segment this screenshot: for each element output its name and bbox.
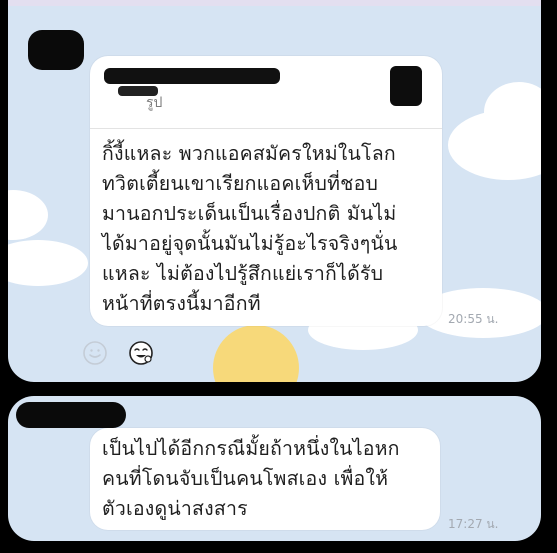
message-bubble[interactable]: เป็นไปได้อีกกรณีมั้ยถ้าหนึ่งในไอหก คนที่… — [90, 428, 440, 530]
message-timestamp: 20:55 น. — [448, 312, 499, 326]
reply-thumbnail-redacted — [390, 66, 422, 106]
emoji-sticker-icon[interactable] — [128, 340, 154, 366]
background-cloud — [8, 190, 48, 240]
background-sun — [213, 325, 299, 382]
reply-preview[interactable]: รูป — [90, 56, 442, 129]
sender-name-redacted — [16, 402, 126, 428]
reply-sender-redacted — [104, 68, 280, 84]
message-bubble[interactable]: รูป กิ้งี้แหละ พวกแอคสมัครใหม่ในโลก ทวิต… — [90, 56, 442, 326]
message-text: กิ้งี้แหละ พวกแอคสมัครใหม่ในโลก ทวิตเตี้… — [102, 142, 398, 315]
reply-type-label: รูป — [146, 95, 163, 111]
background-cloud — [8, 240, 88, 286]
previous-message-strip — [8, 0, 541, 6]
message-text: เป็นไปได้อีกกรณีมั้ยถ้าหนึ่งในไอหก คนที่… — [102, 437, 400, 520]
chat-panel-bottom: เป็นไปได้อีกกรณีมั้ยถ้าหนึ่งในไอหก คนที่… — [8, 396, 541, 541]
smiley-outline-icon[interactable] — [82, 340, 108, 366]
chat-panel-top: รูป กิ้งี้แหละ พวกแอคสมัครใหม่ในโลก ทวิต… — [8, 0, 541, 382]
message-timestamp: 17:27 น. — [448, 517, 499, 531]
sender-avatar-redacted — [28, 30, 84, 70]
